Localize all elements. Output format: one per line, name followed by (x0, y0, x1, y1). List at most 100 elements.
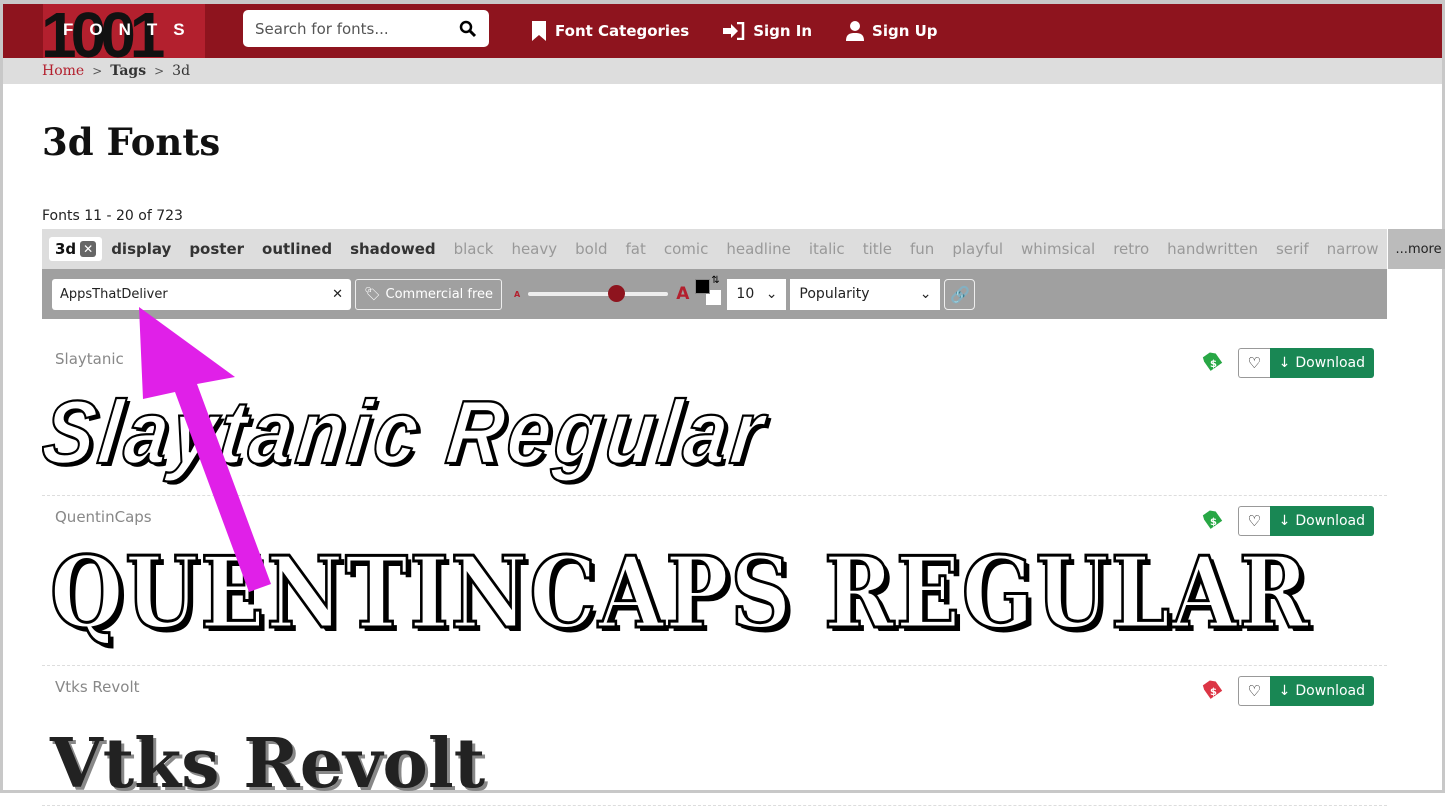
tag-comic[interactable]: comic (655, 240, 717, 258)
main-nav: Font Categories Sign In Sign Up (531, 4, 938, 58)
font-actions: $ ♡ ↓ Download (1200, 348, 1374, 378)
preview-text-input[interactable]: AppsThatDeliver ✕ (52, 278, 351, 310)
slider-thumb[interactable] (608, 285, 626, 302)
clear-icon[interactable]: ✕ (332, 287, 343, 302)
favorite-button[interactable]: ♡ (1237, 676, 1270, 706)
size-slider[interactable]: A A (514, 284, 689, 304)
tag-outlined[interactable]: outlined (253, 240, 341, 258)
breadcrumb-home[interactable]: Home (42, 63, 84, 79)
header: 1001 FONTS Font Categories Sign In Sign … (3, 4, 1442, 58)
tag-fat[interactable]: fat (617, 240, 655, 258)
tag-narrow[interactable]: narrow (1318, 240, 1388, 258)
search-box (243, 10, 489, 47)
nav-label: Font Categories (555, 22, 690, 40)
count-select[interactable]: 10 ⌄ (727, 278, 787, 310)
slider-track[interactable] (528, 285, 669, 302)
nav-sign-in[interactable]: Sign In (723, 22, 812, 40)
bookmark-icon (532, 21, 546, 41)
download-label: Download (1295, 355, 1365, 371)
tag-black[interactable]: black (445, 240, 503, 258)
search-input[interactable] (255, 19, 459, 38)
nav-label: Sign Up (872, 22, 938, 40)
font-name[interactable]: QuentinCaps (55, 508, 152, 526)
large-a-icon: A (676, 284, 690, 304)
download-button[interactable]: ↓ Download (1269, 506, 1374, 536)
price-tag-icon: $ (1202, 680, 1222, 699)
tag-selected[interactable]: 3d ✕ (49, 237, 103, 261)
svg-text:$: $ (1210, 687, 1217, 698)
close-icon[interactable]: ✕ (80, 241, 97, 257)
chevron-down-icon: ⌄ (765, 286, 778, 302)
font-preview[interactable]: Vtks Revolt (50, 724, 485, 804)
search-icon[interactable] (459, 20, 477, 38)
tag-icon: 🏷 (364, 286, 381, 302)
favorite-button[interactable]: ♡ (1237, 506, 1270, 536)
font-item: Vtks Revolt $ ♡ ↓ Download Vtks Revolt (42, 666, 1387, 806)
small-a-icon: A (514, 289, 521, 299)
tag-label: 3d (55, 240, 77, 258)
page-title: 3d Fonts (42, 120, 221, 164)
price-tag-icon: $ (1202, 352, 1222, 371)
link-button[interactable]: 🔗 (944, 278, 976, 310)
tag-heavy[interactable]: heavy (502, 240, 566, 258)
heart-icon: ♡ (1247, 512, 1261, 530)
font-item: QuentinCaps $ ♡ ↓ Download QUENTINCAPS RE… (42, 496, 1387, 666)
tag-fun[interactable]: fun (901, 240, 943, 258)
font-name[interactable]: Vtks Revolt (55, 678, 140, 696)
tag-bold[interactable]: bold (566, 240, 616, 258)
result-count: Fonts 11 - 20 of 723 (42, 208, 183, 224)
arrow-down-icon: ↓ (1278, 513, 1291, 529)
arrow-down-icon: ↓ (1278, 683, 1291, 699)
breadcrumb-current: 3d (172, 63, 191, 79)
tag-display[interactable]: display (102, 240, 180, 258)
price-tag-icon: $ (1202, 510, 1222, 529)
font-preview[interactable]: QUENTINCAPS REGULAR (49, 535, 1311, 653)
heart-icon: ♡ (1247, 354, 1261, 372)
count-value: 10 (736, 286, 755, 302)
arrow-down-icon: ↓ (1278, 355, 1291, 371)
download-button[interactable]: ↓ Download (1269, 676, 1374, 706)
tag-whimsical[interactable]: whimsical (1012, 240, 1104, 258)
tag-playful[interactable]: playful (943, 240, 1012, 258)
download-label: Download (1295, 683, 1365, 699)
color-picker[interactable]: ⇅ (695, 275, 723, 309)
tag-handwritten[interactable]: handwritten (1158, 240, 1267, 258)
swap-icon[interactable]: ⇅ (711, 275, 719, 286)
favorite-button[interactable]: ♡ (1237, 348, 1270, 378)
chevron-down-icon: ⌄ (919, 286, 932, 302)
breadcrumb-separator: > (92, 64, 103, 78)
svg-text:$: $ (1210, 517, 1217, 528)
font-actions: $ ♡ ↓ Download (1200, 506, 1374, 536)
tag-shadowed[interactable]: shadowed (341, 240, 445, 258)
sort-value: Popularity (799, 286, 870, 302)
commercial-free-label: Commercial free (385, 286, 494, 302)
font-preview[interactable]: Slaytanic Regular (42, 380, 774, 485)
breadcrumb-separator: > (154, 64, 165, 78)
heart-icon: ♡ (1247, 682, 1261, 700)
nav-sign-up[interactable]: Sign Up (846, 21, 938, 41)
tag-poster[interactable]: poster (180, 240, 253, 258)
nav-label: Sign In (753, 22, 813, 40)
commercial-free-button[interactable]: 🏷 Commercial free (355, 278, 503, 310)
logo[interactable]: 1001 FONTS (43, 4, 205, 58)
sign-in-icon (723, 22, 745, 40)
font-name[interactable]: Slaytanic (55, 350, 124, 368)
download-label: Download (1295, 513, 1365, 529)
tag-italic[interactable]: italic (800, 240, 854, 258)
download-button[interactable]: ↓ Download (1269, 348, 1374, 378)
logo-word: FONTS (63, 20, 201, 39)
sort-select[interactable]: Popularity ⌄ (790, 278, 941, 310)
more-tags-button[interactable]: ...more (1387, 229, 1445, 269)
foreground-color-swatch[interactable] (695, 279, 711, 294)
link-icon: 🔗 (949, 284, 970, 304)
font-actions: $ ♡ ↓ Download (1200, 676, 1374, 706)
breadcrumb-tags[interactable]: Tags (110, 63, 146, 79)
font-item: Slaytanic $ ♡ ↓ Download Slaytanic Regula… (42, 338, 1387, 496)
tag-headline[interactable]: headline (717, 240, 800, 258)
nav-font-categories[interactable]: Font Categories (531, 21, 689, 41)
tag-retro[interactable]: retro (1104, 240, 1158, 258)
tag-bar: 3d ✕ display poster outlined shadowed black he… (42, 229, 1445, 269)
tag-title[interactable]: title (854, 240, 901, 258)
tag-serif[interactable]: serif (1267, 240, 1318, 258)
svg-text:$: $ (1210, 359, 1217, 370)
